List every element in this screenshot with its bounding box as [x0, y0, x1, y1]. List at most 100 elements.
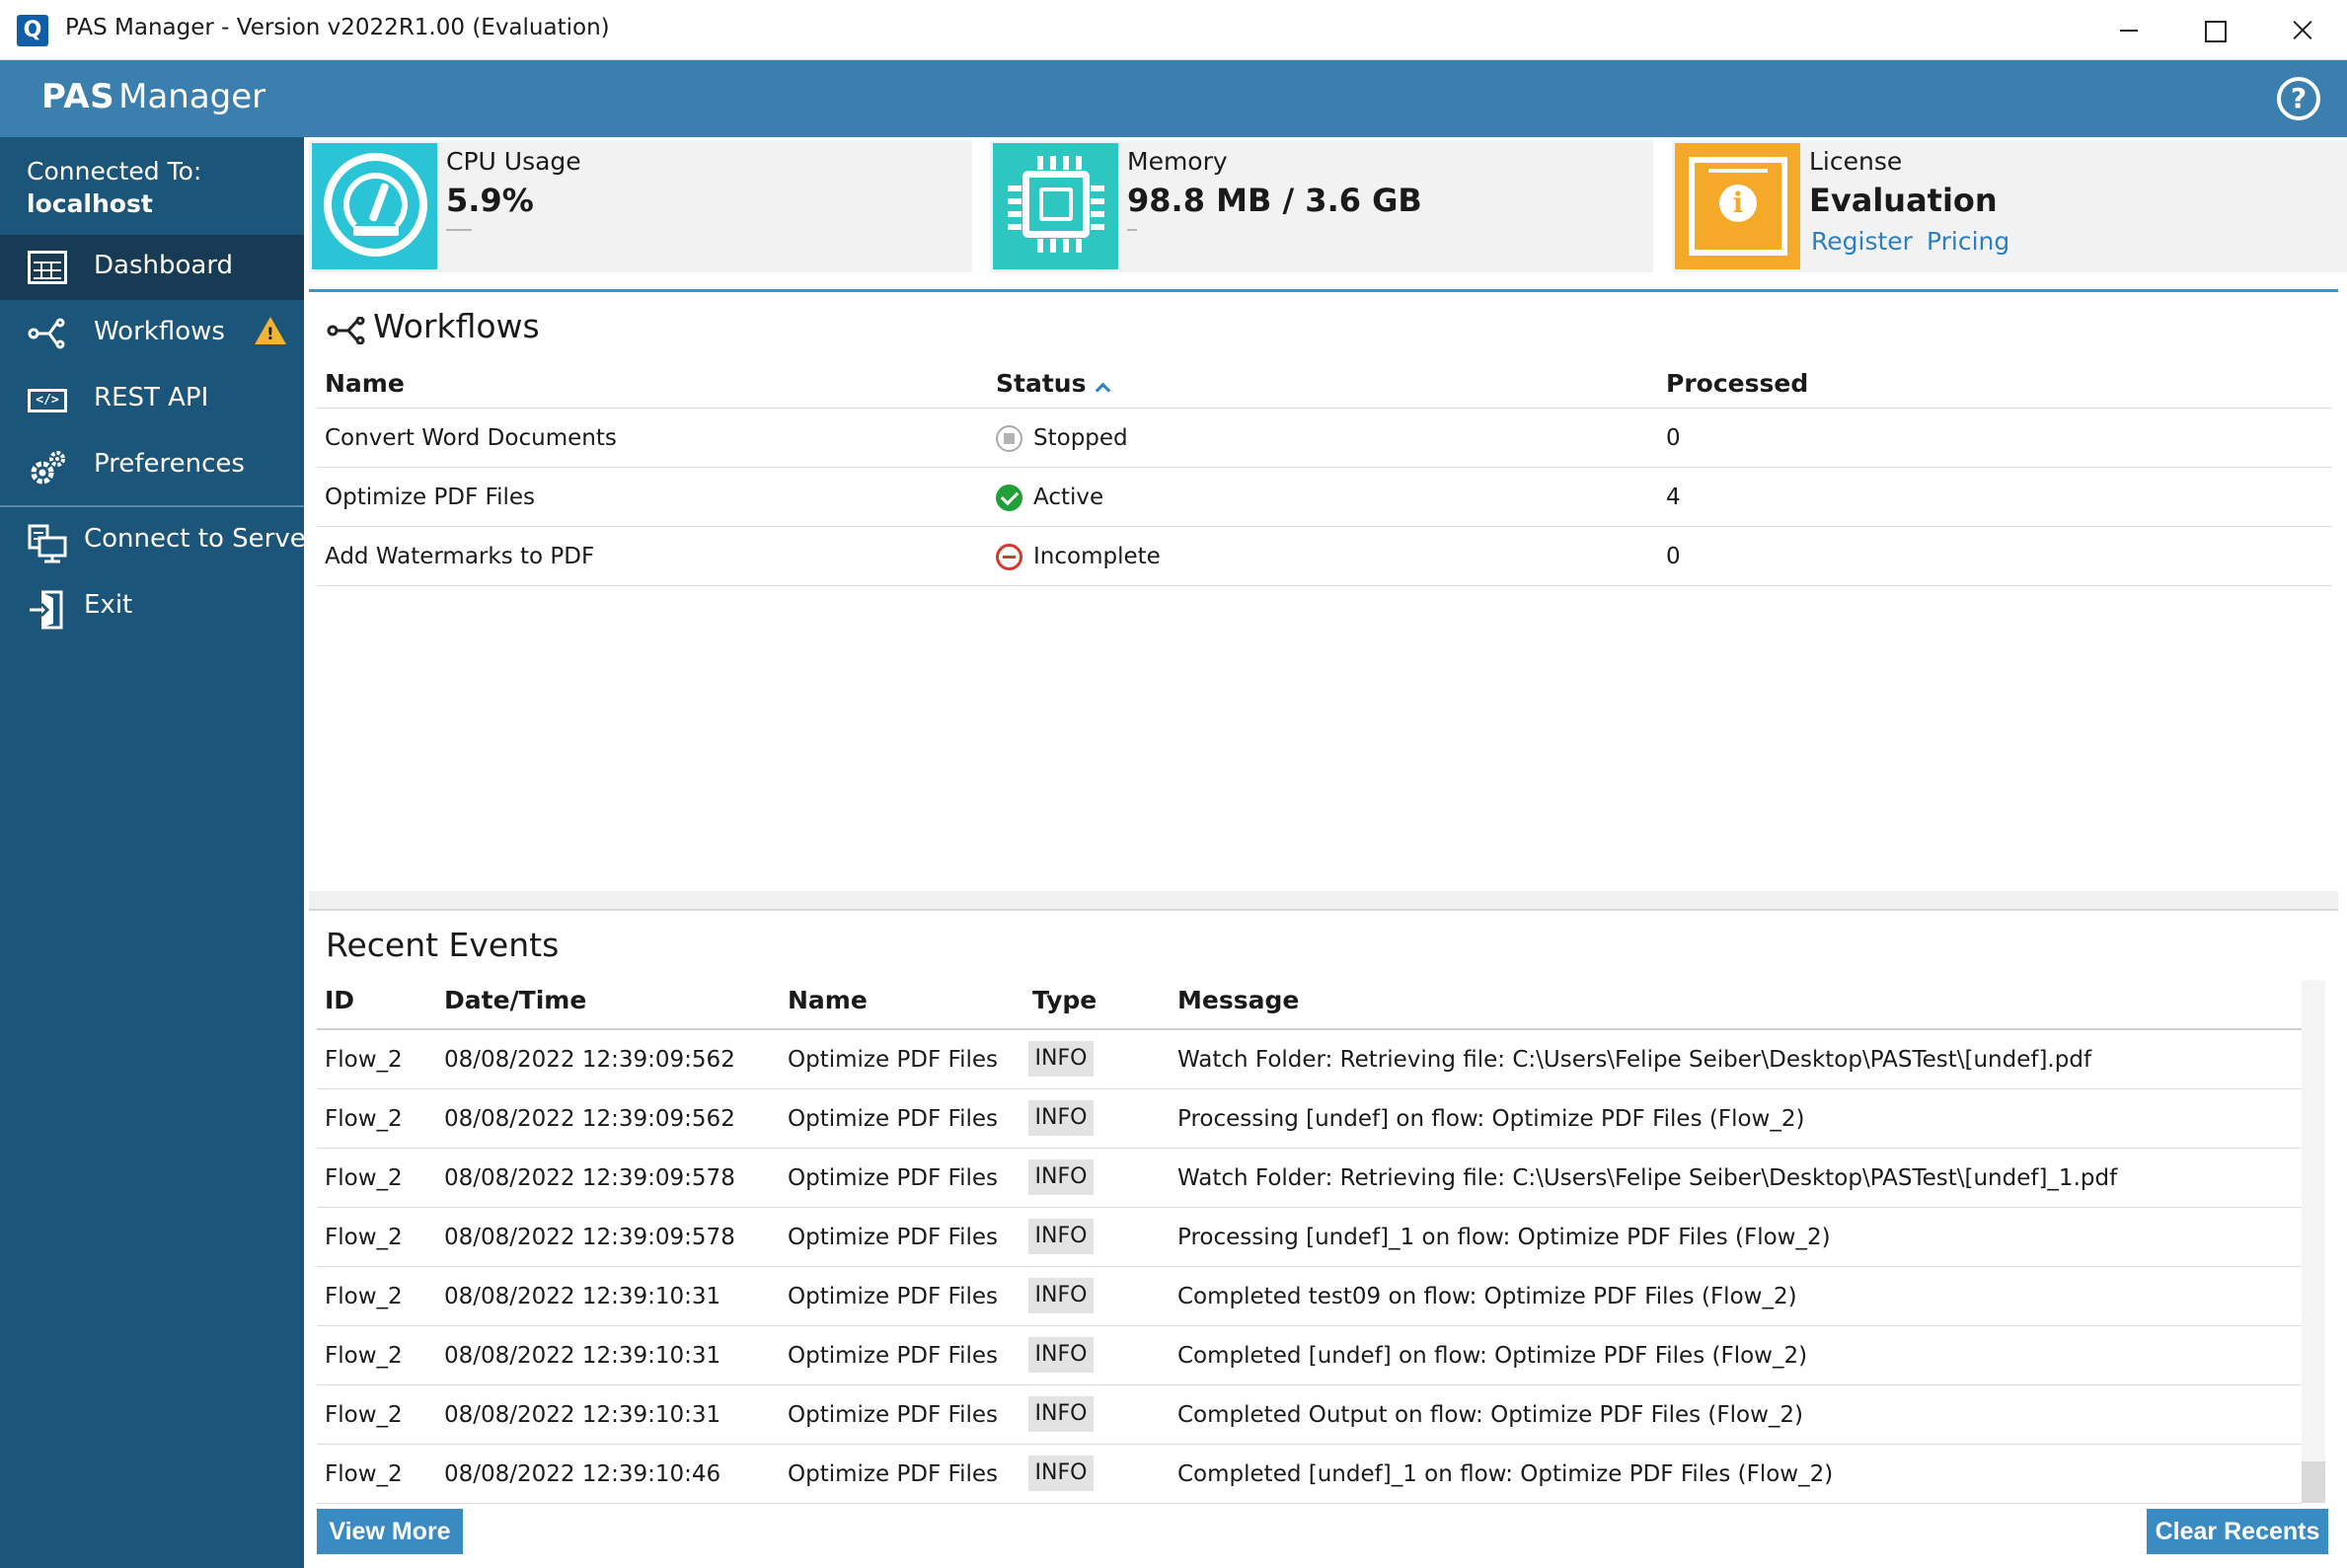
close-button[interactable]	[2260, 0, 2345, 60]
workflow-status-text: Active	[1033, 485, 1104, 510]
table-row[interactable]: Flow_2 08/08/2022 12:39:09:562 Optimize …	[317, 1030, 2303, 1089]
event-name: Optimize PDF Files	[788, 1165, 999, 1191]
sidebar-item-rest-api[interactable]: </> REST API	[0, 367, 304, 432]
event-name: Optimize PDF Files	[788, 1106, 999, 1132]
memory-value: 98.8 MB / 3.6 GB	[1127, 182, 1422, 219]
memory-chip-icon	[993, 143, 1118, 269]
connection-info: Connected To: localhost	[27, 155, 201, 220]
event-type-badge: INFO	[1028, 1456, 1094, 1491]
cpu-card: CPU Usage 5.9%	[309, 140, 972, 272]
event-type-badge: INFO	[1028, 1337, 1094, 1373]
table-row[interactable]: Flow_2 08/08/2022 12:39:09:562 Optimize …	[317, 1089, 2303, 1149]
workflows-table: Name Status Processed Convert Word Docum…	[317, 363, 2332, 586]
license-icon: i	[1675, 143, 1800, 269]
workflows-panel: Workflows Name Status Processed Convert …	[309, 289, 2338, 891]
workflows-title: Workflows	[373, 307, 540, 345]
recent-events-title: Recent Events	[326, 926, 560, 964]
table-row[interactable]: Flow_2 08/08/2022 12:39:10:31 Optimize P…	[317, 1385, 2303, 1445]
warning-icon	[255, 317, 286, 344]
sidebar-item-label: Exit	[84, 590, 133, 620]
event-name: Optimize PDF Files	[788, 1284, 999, 1309]
cpu-label: CPU Usage	[446, 147, 581, 176]
event-datetime: 08/08/2022 12:39:10:31	[444, 1343, 721, 1369]
column-header-status-label: Status	[996, 369, 1087, 398]
cpu-sparkline	[446, 229, 472, 231]
event-datetime: 08/08/2022 12:39:09:578	[444, 1165, 735, 1191]
window-title: PAS Manager - Version v2022R1.00 (Evalua…	[65, 15, 610, 40]
sidebar-item-exit[interactable]: Exit	[0, 574, 304, 639]
minimize-button[interactable]	[2086, 0, 2171, 60]
table-row[interactable]: Flow_2 08/08/2022 12:39:10:31 Optimize P…	[317, 1267, 2303, 1326]
table-row[interactable]: Optimize PDF Files Active 4	[317, 468, 2332, 527]
event-id: Flow_2	[325, 1402, 403, 1428]
sidebar-item-workflows[interactable]: Workflows	[0, 301, 304, 366]
view-more-button[interactable]: View More	[317, 1509, 463, 1554]
table-row[interactable]: Flow_2 08/08/2022 12:39:09:578 Optimize …	[317, 1208, 2303, 1267]
column-header-datetime[interactable]: Date/Time	[444, 986, 586, 1014]
event-id: Flow_2	[325, 1284, 403, 1309]
event-id: Flow_2	[325, 1461, 403, 1487]
table-header: ID Date/Time Name Type Message	[317, 980, 2303, 1030]
column-header-status[interactable]: Status	[996, 369, 1111, 399]
sidebar-item-connect-server[interactable]: Connect to Server	[0, 508, 316, 573]
pricing-link[interactable]: Pricing	[1927, 227, 2009, 256]
sidebar-item-label: Connect to Server	[84, 524, 317, 554]
brand-rest: Manager	[118, 77, 266, 116]
sidebar-item-preferences[interactable]: Preferences	[0, 433, 304, 498]
event-id: Flow_2	[325, 1165, 403, 1191]
panel-divider	[309, 891, 2338, 909]
event-id: Flow_2	[325, 1225, 403, 1250]
column-header-processed[interactable]: Processed	[1666, 369, 1808, 398]
event-id: Flow_2	[325, 1343, 403, 1369]
license-value: Evaluation	[1809, 182, 1998, 219]
column-header-name[interactable]: Name	[788, 986, 868, 1014]
sidebar-item-dashboard[interactable]: Dashboard	[0, 235, 304, 300]
table-row[interactable]: Add Watermarks to PDF Incomplete 0	[317, 527, 2332, 586]
register-link[interactable]: Register	[1811, 227, 1913, 256]
app-header: PAS Manager ?	[0, 60, 2347, 137]
event-message: Watch Folder: Retrieving file: C:\Users\…	[1177, 1047, 2092, 1073]
event-type-badge: INFO	[1028, 1100, 1094, 1136]
table-row[interactable]: Flow_2 08/08/2022 12:39:10:31 Optimize P…	[317, 1326, 2303, 1385]
column-header-message[interactable]: Message	[1177, 986, 1299, 1014]
brand-title: PAS Manager	[41, 77, 265, 116]
workflow-icon	[28, 317, 67, 350]
events-scrollbar[interactable]	[2302, 980, 2325, 1503]
table-row[interactable]: Convert Word Documents Stopped 0	[317, 409, 2332, 468]
sidebar-item-label: Workflows	[94, 317, 225, 346]
event-message: Completed test09 on flow: Optimize PDF F…	[1177, 1284, 1797, 1309]
help-icon[interactable]: ?	[2277, 77, 2320, 120]
event-id: Flow_2	[325, 1106, 403, 1132]
window-titlebar: Q PAS Manager - Version v2022R1.00 (Eval…	[0, 0, 2347, 60]
stopped-icon	[996, 425, 1022, 452]
sidebar-item-label: REST API	[94, 383, 209, 412]
table-row[interactable]: Flow_2 08/08/2022 12:39:10:46 Optimize P…	[317, 1445, 2303, 1504]
dashboard-icon	[28, 251, 67, 284]
connected-host: localhost	[27, 189, 153, 218]
column-header-name[interactable]: Name	[325, 369, 405, 398]
sidebar: Connected To: localhost Dashboard Workfl…	[0, 137, 316, 1568]
workflow-processed: 0	[1666, 425, 1681, 451]
event-type-badge: INFO	[1028, 1159, 1094, 1195]
event-datetime: 08/08/2022 12:39:09:562	[444, 1047, 735, 1073]
workflow-name: Convert Word Documents	[325, 425, 617, 451]
event-name: Optimize PDF Files	[788, 1225, 999, 1250]
clear-recents-button[interactable]: Clear Recents	[2147, 1509, 2328, 1554]
events-scrollbar-thumb[interactable]	[2302, 1461, 2325, 1503]
workflow-processed: 4	[1666, 485, 1681, 510]
column-header-type[interactable]: Type	[1032, 986, 1097, 1014]
sidebar-item-label: Preferences	[94, 449, 245, 479]
events-table: ID Date/Time Name Type Message Flow_2 08…	[317, 980, 2303, 1504]
event-datetime: 08/08/2022 12:39:10:31	[444, 1402, 721, 1428]
column-header-id[interactable]: ID	[325, 986, 354, 1014]
workflow-name: Add Watermarks to PDF	[325, 544, 595, 569]
table-row[interactable]: Flow_2 08/08/2022 12:39:09:578 Optimize …	[317, 1149, 2303, 1208]
event-datetime: 08/08/2022 12:39:09:578	[444, 1225, 735, 1250]
event-message: Completed Output on flow: Optimize PDF F…	[1177, 1402, 1804, 1428]
event-message: Watch Folder: Retrieving file: C:\Users\…	[1177, 1165, 2118, 1191]
event-type-badge: INFO	[1028, 1041, 1094, 1077]
maximize-button[interactable]	[2171, 0, 2256, 60]
table-header: Name Status Processed	[317, 363, 2332, 409]
event-message: Completed [undef] on flow: Optimize PDF …	[1177, 1343, 1808, 1369]
workflow-status-text: Incomplete	[1033, 544, 1161, 569]
